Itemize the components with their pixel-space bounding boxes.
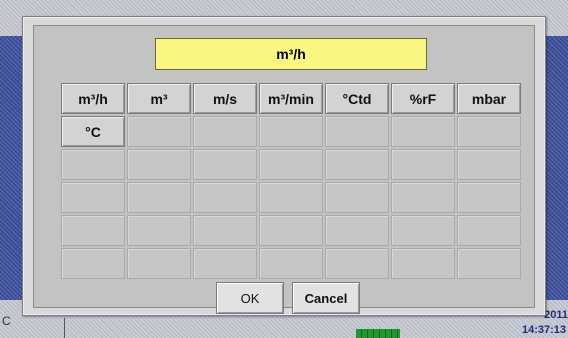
empty-cell (193, 248, 257, 279)
empty-cell (127, 149, 191, 180)
empty-cell (391, 116, 455, 147)
empty-cell (127, 248, 191, 279)
unit-button-ctd[interactable]: °Ctd (325, 83, 389, 114)
empty-cell (325, 248, 389, 279)
unit-button-mbar[interactable]: mbar (457, 83, 521, 114)
selected-unit-display: m³/h (155, 38, 427, 70)
cancel-button[interactable]: Cancel (292, 282, 360, 314)
unit-button-celsius[interactable]: °C (61, 116, 125, 147)
empty-cell (391, 248, 455, 279)
date-display: 2011 (544, 309, 568, 321)
empty-cell (127, 116, 191, 147)
background-label: C (2, 314, 11, 328)
empty-cell (457, 215, 521, 246)
ok-button[interactable]: OK (216, 282, 284, 314)
unit-button-m3min[interactable]: m³/min (259, 83, 323, 114)
unit-button-rf[interactable]: %rF (391, 83, 455, 114)
unit-button-m3h[interactable]: m³/h (61, 83, 125, 114)
empty-cell (193, 215, 257, 246)
empty-cell (127, 215, 191, 246)
empty-cell (61, 248, 125, 279)
status-text (404, 327, 444, 337)
empty-cell (325, 215, 389, 246)
empty-cell (391, 215, 455, 246)
empty-cell (61, 149, 125, 180)
empty-cell (325, 182, 389, 213)
background-divider (64, 318, 65, 338)
empty-cell (325, 116, 389, 147)
status-indicator (356, 329, 400, 338)
empty-cell (259, 215, 323, 246)
empty-cell (457, 149, 521, 180)
empty-cell (457, 182, 521, 213)
empty-cell (259, 116, 323, 147)
empty-cell (193, 149, 257, 180)
unit-button-m3[interactable]: m³ (127, 83, 191, 114)
empty-cell (61, 215, 125, 246)
empty-cell (457, 248, 521, 279)
time-display: 14:37:13 (521, 324, 566, 336)
unit-grid: m³/h m³ m/s m³/min °Ctd %rF mbar °C (61, 83, 521, 279)
dialog-panel: m³/h m³/h m³ m/s m³/min °Ctd %rF mbar °C (33, 25, 535, 314)
empty-cell (457, 116, 521, 147)
empty-cell (61, 182, 125, 213)
empty-cell (391, 182, 455, 213)
empty-cell (391, 149, 455, 180)
empty-cell (259, 182, 323, 213)
empty-cell (325, 149, 389, 180)
unit-button-ms[interactable]: m/s (193, 83, 257, 114)
empty-cell (127, 182, 191, 213)
empty-cell (193, 182, 257, 213)
empty-cell (259, 149, 323, 180)
unit-selection-dialog: m³/h m³/h m³ m/s m³/min °Ctd %rF mbar °C (22, 16, 546, 316)
empty-cell (259, 248, 323, 279)
empty-cell (193, 116, 257, 147)
